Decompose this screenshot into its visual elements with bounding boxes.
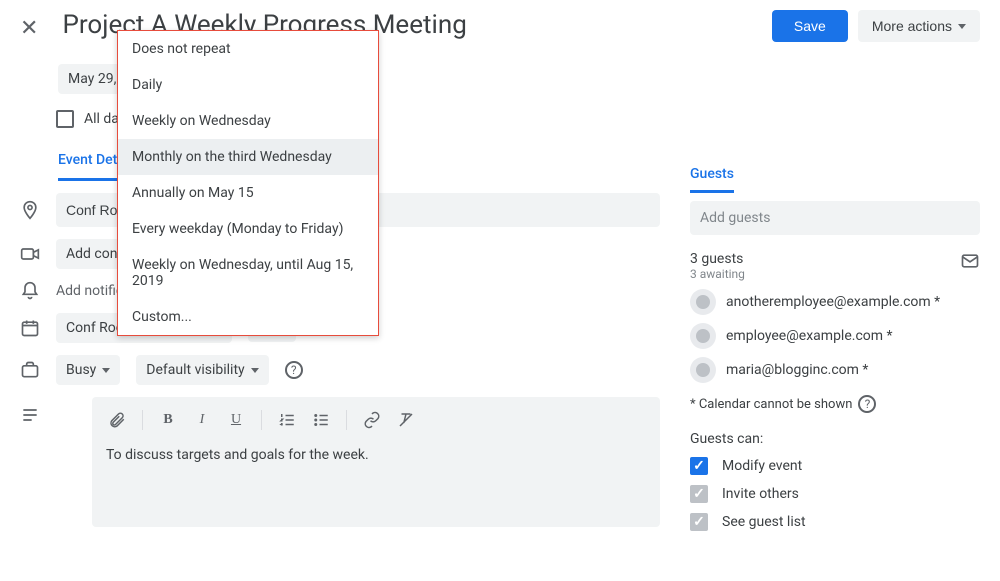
email-guests-icon[interactable] — [960, 251, 980, 275]
guest-row[interactable]: employee@example.com * — [690, 323, 980, 349]
bold-button[interactable]: B — [153, 405, 183, 435]
perm-invite-checkbox[interactable]: ✓ — [690, 485, 708, 503]
guest-email: maria@blogginc.com * — [726, 362, 868, 378]
guest-count: 3 guests — [690, 251, 980, 267]
permissions-label: Guests can: — [690, 431, 980, 447]
guest-row[interactable]: anotheremployee@example.com * — [690, 289, 980, 315]
recurrence-option[interactable]: Every weekday (Monday to Friday) — [118, 211, 378, 247]
editor-toolbar: B I U — [92, 397, 660, 443]
italic-button[interactable]: I — [187, 405, 217, 435]
tab-guests[interactable]: Guests — [690, 166, 734, 193]
allday-checkbox[interactable] — [56, 110, 74, 128]
save-button[interactable]: Save — [772, 10, 848, 42]
perm-modify-checkbox[interactable]: ✓ — [690, 457, 708, 475]
bullet-list-button[interactable] — [306, 405, 336, 435]
recurrence-option[interactable]: Does not repeat — [118, 31, 378, 67]
close-icon[interactable]: ✕ — [20, 16, 38, 41]
calendar-note: * Calendar cannot be shown — [690, 397, 852, 412]
clear-format-button[interactable] — [391, 405, 421, 435]
numbered-list-button[interactable] — [272, 405, 302, 435]
avatar — [690, 289, 716, 315]
chevron-down-icon — [251, 368, 259, 373]
help-icon[interactable]: ? — [285, 361, 303, 379]
calendar-icon — [20, 318, 40, 338]
briefcase-icon — [20, 360, 40, 380]
busy-label: Busy — [66, 362, 96, 378]
recurrence-option[interactable]: Monthly on the third Wednesday — [118, 139, 378, 175]
recurrence-option-custom[interactable]: Custom... — [118, 299, 378, 335]
description-textarea[interactable]: To discuss targets and goals for the wee… — [92, 443, 660, 477]
guest-email: anotheremployee@example.com * — [726, 294, 940, 310]
more-actions-label: More actions — [872, 18, 952, 34]
perm-invite-label: Invite others — [722, 486, 799, 502]
help-icon[interactable]: ? — [858, 395, 876, 413]
underline-button[interactable]: U — [221, 405, 251, 435]
bell-icon — [20, 281, 40, 301]
perm-modify-label: Modify event — [722, 458, 802, 474]
recurrence-option[interactable]: Weekly on Wednesday, until Aug 15, 2019 — [118, 247, 378, 299]
attach-icon[interactable] — [102, 405, 132, 435]
avatar — [690, 323, 716, 349]
description-icon — [20, 405, 40, 425]
visibility-label: Default visibility — [146, 362, 244, 378]
add-guests-input[interactable]: Add guests — [690, 201, 980, 235]
guest-row[interactable]: maria@blogginc.com * — [690, 357, 980, 383]
busy-select[interactable]: Busy — [56, 355, 120, 385]
guest-email: employee@example.com * — [726, 328, 893, 344]
avatar — [690, 357, 716, 383]
recurrence-option[interactable]: Weekly on Wednesday — [118, 103, 378, 139]
location-icon — [20, 200, 40, 220]
visibility-select[interactable]: Default visibility — [136, 355, 268, 385]
video-icon — [20, 244, 40, 264]
link-button[interactable] — [357, 405, 387, 435]
more-actions-button[interactable]: More actions — [858, 10, 980, 42]
recurrence-option[interactable]: Daily — [118, 67, 378, 103]
chevron-down-icon — [102, 368, 110, 373]
recurrence-dropdown: Does not repeat Daily Weekly on Wednesda… — [117, 30, 379, 336]
perm-seelist-label: See guest list — [722, 514, 806, 530]
chevron-down-icon — [958, 24, 966, 29]
recurrence-option[interactable]: Annually on May 15 — [118, 175, 378, 211]
perm-seelist-checkbox[interactable]: ✓ — [690, 513, 708, 531]
guest-awaiting: 3 awaiting — [690, 267, 980, 281]
